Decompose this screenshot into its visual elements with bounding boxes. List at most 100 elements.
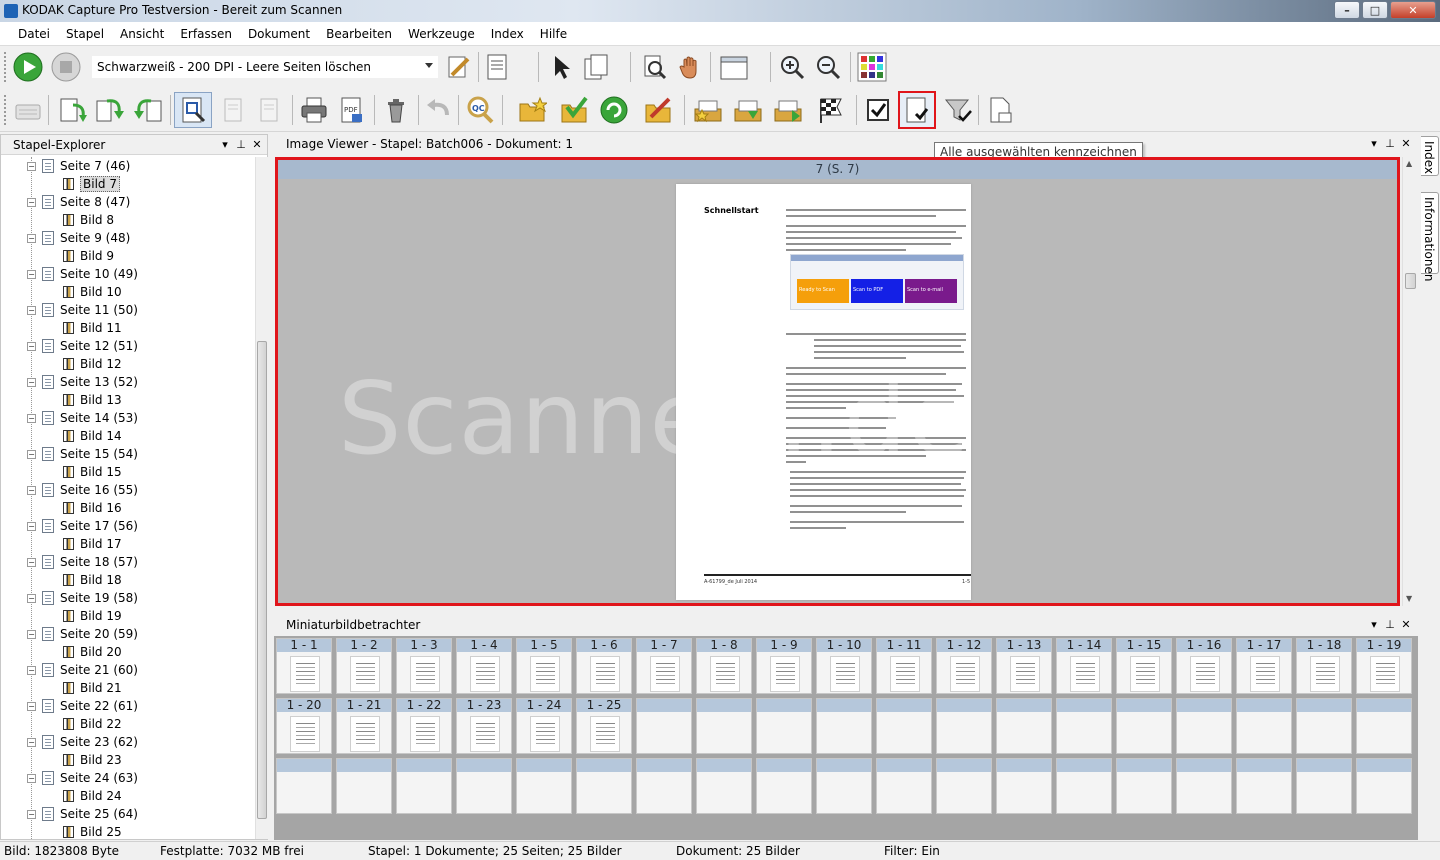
menu-index[interactable]: Index <box>483 27 532 41</box>
quality-control-button[interactable]: QC <box>464 94 496 126</box>
tree-page-item[interactable]: − Seite 20 (59) <box>1 625 255 643</box>
pin-icon[interactable]: ⊥ <box>1384 618 1396 631</box>
stop-scan-button[interactable] <box>50 51 82 83</box>
menu-stapel[interactable]: Stapel <box>58 27 112 41</box>
view-layout-button[interactable] <box>718 51 750 83</box>
continue-batch-button[interactable] <box>598 94 630 126</box>
start-scan-button[interactable] <box>12 51 44 83</box>
tree-scrollbar[interactable] <box>255 157 268 839</box>
collapse-icon[interactable]: − <box>27 593 36 603</box>
tree-page-item[interactable]: − Seite 18 (57) <box>1 553 255 571</box>
thumbnail-item[interactable]: 1 - 10 <box>816 638 872 694</box>
pan-tool-button[interactable] <box>674 51 706 83</box>
tree-page-item[interactable]: − Seite 9 (48) <box>1 229 255 247</box>
rotate-left-button[interactable] <box>132 94 164 126</box>
thumbnail-item[interactable]: 1 - 5 <box>516 638 572 694</box>
collapse-icon[interactable]: − <box>27 521 36 531</box>
scrollbar-thumb[interactable] <box>1405 273 1416 289</box>
tree-page-item[interactable]: − Seite 11 (50) <box>1 301 255 319</box>
save-pdf-button[interactable]: PDF <box>336 94 368 126</box>
tree-image-item[interactable]: Bild 25 <box>1 823 255 839</box>
tree-image-item[interactable]: Bild 9 <box>1 247 255 265</box>
menu-dokument[interactable]: Dokument <box>240 27 318 41</box>
menu-ansicht[interactable]: Ansicht <box>112 27 172 41</box>
thumbnail-item[interactable]: 1 - 7 <box>636 638 692 694</box>
scroll-up-icon[interactable]: ▲ <box>1406 159 1412 168</box>
delete-button[interactable] <box>380 94 412 126</box>
collapse-icon[interactable]: − <box>27 377 36 387</box>
collapse-icon[interactable]: − <box>27 449 36 459</box>
pin-icon[interactable]: ⊥ <box>1384 137 1396 150</box>
zoom-area-button[interactable] <box>638 51 670 83</box>
tree-image-item[interactable]: Bild 11 <box>1 319 255 337</box>
menu-hilfe[interactable]: Hilfe <box>532 27 575 41</box>
merge-document-button[interactable] <box>254 94 286 126</box>
tree-image-item[interactable]: Bild 20 <box>1 643 255 661</box>
tab-index[interactable]: Index <box>1421 136 1439 176</box>
select-tool-button[interactable] <box>544 51 576 83</box>
rotate-right-button[interactable] <box>94 94 126 126</box>
thumbnail-item[interactable]: 1 - 17 <box>1236 638 1292 694</box>
split-document-button[interactable] <box>218 94 250 126</box>
collapse-icon[interactable]: − <box>27 233 36 243</box>
mark-all-selected-button[interactable] <box>898 91 936 129</box>
scroll-down-icon[interactable]: ▼ <box>1406 594 1412 603</box>
thumbnail-item[interactable]: 1 - 4 <box>456 638 512 694</box>
tree-image-item[interactable]: Bild 18 <box>1 571 255 589</box>
tree-page-item[interactable]: − Seite 16 (55) <box>1 481 255 499</box>
tree-page-item[interactable]: − Seite 14 (53) <box>1 409 255 427</box>
panel-menu-icon[interactable]: ▾ <box>1368 137 1380 150</box>
thumbnail-item[interactable]: 1 - 6 <box>576 638 632 694</box>
tree-image-item[interactable]: Bild 13 <box>1 391 255 409</box>
thumbnail-item[interactable]: 1 - 21 <box>336 698 392 754</box>
collapse-icon[interactable]: − <box>27 809 36 819</box>
output-all-button[interactable] <box>732 94 764 126</box>
thumbnail-item[interactable]: 1 - 12 <box>936 638 992 694</box>
close-icon[interactable]: ✕ <box>1400 137 1412 150</box>
mark-button[interactable] <box>862 94 894 126</box>
thumbnail-item[interactable]: 1 - 23 <box>456 698 512 754</box>
tree-image-item[interactable]: Bild 8 <box>1 211 255 229</box>
tree-page-item[interactable]: − Seite 13 (52) <box>1 373 255 391</box>
print-button[interactable] <box>298 94 330 126</box>
collapse-icon[interactable]: − <box>27 557 36 567</box>
output-batch-button[interactable] <box>692 94 724 126</box>
panel-menu-icon[interactable]: ▾ <box>1368 618 1380 631</box>
tree-image-item[interactable]: Bild 22 <box>1 715 255 733</box>
scrollbar-thumb[interactable] <box>257 341 267 819</box>
copy-pages-button[interactable] <box>582 51 614 83</box>
close-button[interactable]: ✕ <box>1390 1 1436 19</box>
tree-image-item[interactable]: Bild 12 <box>1 355 255 373</box>
tree-page-item[interactable]: − Seite 10 (49) <box>1 265 255 283</box>
tree-page-item[interactable]: − Seite 8 (47) <box>1 193 255 211</box>
collapse-icon[interactable]: − <box>27 665 36 675</box>
tree-page-item[interactable]: − Seite 19 (58) <box>1 589 255 607</box>
tree-image-item[interactable]: Bild 15 <box>1 463 255 481</box>
thumbnail-item[interactable]: 1 - 1 <box>276 638 332 694</box>
rotate-page-button[interactable] <box>56 94 88 126</box>
collapse-icon[interactable]: − <box>27 737 36 747</box>
thumbnail-item[interactable]: 1 - 15 <box>1116 638 1172 694</box>
collapse-icon[interactable]: − <box>27 161 36 171</box>
collapse-icon[interactable]: − <box>27 485 36 495</box>
new-batch-button[interactable] <box>516 94 548 126</box>
toolbar-grip[interactable] <box>4 95 8 125</box>
tree-image-item[interactable]: Bild 17 <box>1 535 255 553</box>
collapse-icon[interactable]: − <box>27 773 36 783</box>
document-button[interactable] <box>484 51 516 83</box>
collapse-icon[interactable]: − <box>27 305 36 315</box>
collapse-icon[interactable]: − <box>27 629 36 639</box>
thumbnail-item[interactable]: 1 - 3 <box>396 638 452 694</box>
maximize-button[interactable]: □ <box>1362 1 1388 19</box>
tree-image-item[interactable]: Bild 19 <box>1 607 255 625</box>
tree-page-item[interactable]: − Seite 23 (62) <box>1 733 255 751</box>
tree-image-item[interactable]: Bild 24 <box>1 787 255 805</box>
tree-page-item[interactable]: − Seite 24 (63) <box>1 769 255 787</box>
zoom-out-button[interactable] <box>812 51 844 83</box>
scan-profile-select[interactable]: Schwarzweiß - 200 DPI - Leere Seiten lös… <box>92 56 438 78</box>
tree-image-item[interactable]: Bild 21 <box>1 679 255 697</box>
close-icon[interactable]: ✕ <box>251 138 263 151</box>
thumbnail-grid-button[interactable] <box>856 51 888 83</box>
pin-icon[interactable]: ⊥ <box>235 138 247 151</box>
finish-batch-button[interactable] <box>814 94 846 126</box>
